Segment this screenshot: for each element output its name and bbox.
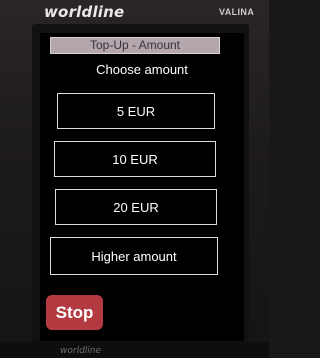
amount-10-eur-button[interactable]: 10 EUR [54, 141, 216, 177]
footer-brand-logo: worldline [60, 346, 102, 356]
amount-prompt: Choose amount [96, 62, 188, 77]
stop-button[interactable]: Stop [46, 295, 103, 330]
higher-amount-button[interactable]: Higher amount [50, 237, 218, 275]
model-label: VALINA [219, 7, 255, 17]
screen-title: Top-Up - Amount [50, 37, 220, 54]
amount-20-eur-button[interactable]: 20 EUR [55, 189, 217, 225]
amount-5-eur-button[interactable]: 5 EUR [57, 93, 215, 129]
device-bottom-edge [0, 342, 269, 358]
brand-logo: worldline [44, 3, 125, 21]
